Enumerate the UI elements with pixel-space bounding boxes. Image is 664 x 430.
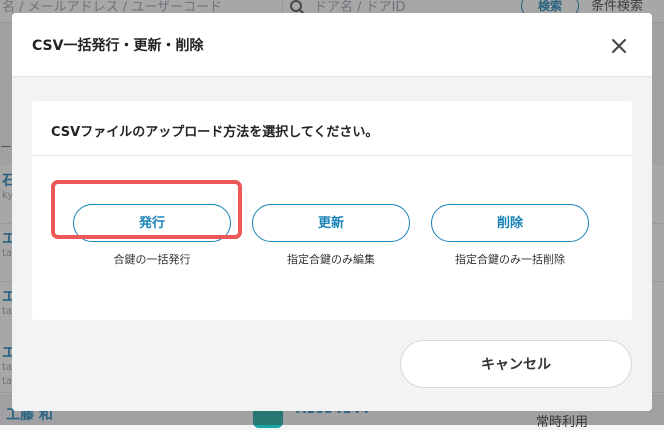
modal-header: CSV一括発行・更新・削除 bbox=[12, 13, 652, 77]
close-icon[interactable] bbox=[606, 33, 632, 59]
update-button[interactable]: 更新 bbox=[252, 204, 410, 242]
update-description: 指定合鍵のみ編集 bbox=[287, 253, 375, 266]
instruction-text: CSVファイルのアップロード方法を選択してください。 bbox=[51, 125, 379, 140]
delete-description: 指定合鍵のみ一括削除 bbox=[455, 253, 565, 266]
modal-title: CSV一括発行・更新・削除 bbox=[32, 38, 204, 54]
issue-description: 合鍵の一括発行 bbox=[113, 253, 191, 266]
cancel-button[interactable]: キャンセル bbox=[400, 340, 632, 388]
upload-method-card: CSVファイルのアップロード方法を選択してください。 発行 合鍵の一括発行 更新… bbox=[32, 101, 632, 320]
csv-bulk-modal: CSV一括発行・更新・削除 CSVファイルのアップロード方法を選択してください。… bbox=[12, 13, 652, 411]
card-header: CSVファイルのアップロード方法を選択してください。 bbox=[32, 101, 632, 156]
issue-button[interactable]: 発行 bbox=[73, 204, 231, 242]
delete-button[interactable]: 削除 bbox=[431, 204, 589, 242]
